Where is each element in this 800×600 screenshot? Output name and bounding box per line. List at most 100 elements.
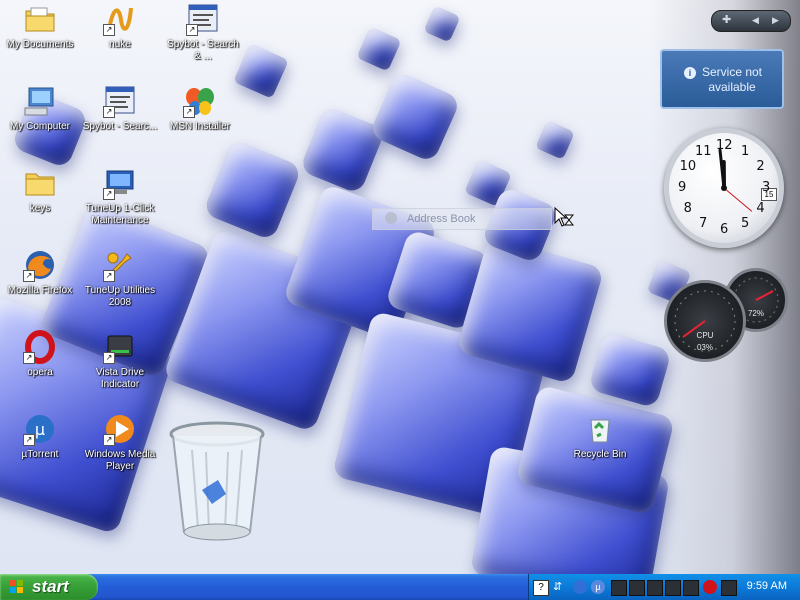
next-icon[interactable]: ▶ xyxy=(772,15,779,26)
tuneup-icon: ↗ xyxy=(103,166,137,200)
help-icon[interactable]: ? xyxy=(533,580,549,596)
clock-number: 9 xyxy=(678,180,687,195)
desktop-icon-keys[interactable]: keys xyxy=(0,166,80,215)
shortcut-arrow-icon: ↗ xyxy=(103,434,115,446)
shortcut-arrow-icon: ↗ xyxy=(23,270,35,282)
icon-label: Spybot - Search & ... xyxy=(167,39,239,62)
desktop-icon-utorrent[interactable]: µ ↗ µTorrent xyxy=(0,412,80,461)
clock-center-pin xyxy=(721,185,727,191)
start-button[interactable]: start xyxy=(0,574,98,600)
clock-minute-hand xyxy=(718,148,726,190)
wallpaper-cube xyxy=(423,5,461,43)
busy-cursor-icon xyxy=(554,206,575,229)
taskbar: start ? ⇵ µ 9:59 AM xyxy=(0,574,800,600)
clock-second-hand xyxy=(723,187,753,212)
shortcut-arrow-icon: ↗ xyxy=(23,352,35,364)
recycle-bin-icon xyxy=(583,412,617,446)
taskbar-clock[interactable]: 9:59 AM xyxy=(747,580,787,592)
utorrent-icon: µ ↗ xyxy=(23,412,57,446)
wallpaper-cube xyxy=(299,105,386,195)
address-book-icon xyxy=(385,212,397,224)
status-gadget[interactable]: i Service not available xyxy=(660,49,784,109)
shortcut-arrow-icon: ↗ xyxy=(103,270,115,282)
folder-icon xyxy=(23,166,57,200)
icon-label: My Computer xyxy=(9,121,70,132)
media-player-icon: ↗ xyxy=(103,412,137,446)
icon-label: Windows Media Player xyxy=(84,449,156,472)
folder-documents-icon xyxy=(23,2,57,36)
desktop-icon-recycle-bin[interactable]: Recycle Bin xyxy=(560,412,640,461)
desktop-icon-tuneup-1-click[interactable]: ↗ TuneUp 1-Click Maintenance xyxy=(80,166,160,227)
wallpaper-cube xyxy=(535,120,575,160)
address-book-bar[interactable]: Address Book xyxy=(372,208,552,230)
drive-tray-icon[interactable] xyxy=(629,580,645,596)
desktop-icon-opera[interactable]: ↗ opera xyxy=(0,330,80,379)
system-tray: ? ⇵ µ 9:59 AM xyxy=(528,574,800,600)
msn-butterfly-icon: ↗ xyxy=(183,84,217,118)
security-shield-icon[interactable] xyxy=(703,580,717,594)
utorrent-tray-icon[interactable]: µ xyxy=(591,580,605,594)
computer-icon xyxy=(23,84,57,118)
desktop-icon-windows-media-player[interactable]: ↗ Windows Media Player xyxy=(80,412,160,473)
drive-tray-icon[interactable] xyxy=(665,580,681,596)
shortcut-arrow-icon: ↗ xyxy=(23,434,35,446)
shortcut-arrow-icon: ↗ xyxy=(103,188,115,200)
status-text: Service not available xyxy=(701,65,763,94)
desktop-icon-mozilla-firefox[interactable]: ↗ Mozilla Firefox xyxy=(0,248,80,297)
windows-logo-icon xyxy=(10,580,24,594)
clock-gadget[interactable]: 15 12 1 2 3 4 5 6 7 8 9 10 11 xyxy=(664,128,784,248)
network-icon[interactable]: ⇵ xyxy=(553,580,567,594)
desktop-icon-my-documents[interactable]: My Documents xyxy=(0,2,80,51)
opera-icon: ↗ xyxy=(23,330,57,364)
speaker-icon[interactable] xyxy=(573,580,587,594)
desktop-icon-spybot-search-2[interactable]: ↗ Spybot - Searc... xyxy=(80,84,160,133)
drive-tray-icon[interactable] xyxy=(611,580,627,596)
icon-label: keys xyxy=(29,203,51,214)
desktop-icon-vista-drive-indicator[interactable]: ↗ Vista Drive Indicator xyxy=(80,330,160,391)
shortcut-arrow-icon: ↗ xyxy=(103,352,115,364)
desktop-icon-my-computer[interactable]: My Computer xyxy=(0,84,80,133)
clock-number: 12 xyxy=(716,138,733,153)
icon-label: MSN Installer xyxy=(169,121,230,132)
drive-icon: ↗ xyxy=(103,330,137,364)
shortcut-arrow-icon: ↗ xyxy=(103,24,115,36)
icon-label: µTorrent xyxy=(21,449,59,460)
firefox-icon: ↗ xyxy=(23,248,57,282)
icon-label: Mozilla Firefox xyxy=(7,285,73,296)
clock-number: 1 xyxy=(741,143,750,159)
drive-tray-icon[interactable] xyxy=(647,580,663,596)
start-label: start xyxy=(32,577,69,596)
desktop-icon-spybot-search[interactable]: ↗ Spybot - Search & ... xyxy=(163,2,243,63)
desktop-icon-msn-installer[interactable]: ↗ MSN Installer xyxy=(160,84,240,133)
clock-number: 3 xyxy=(762,180,771,195)
icon-label: Spybot - Searc... xyxy=(82,121,158,132)
previous-icon[interactable]: ◀ xyxy=(752,15,759,26)
icon-label: nuke xyxy=(109,39,131,50)
wallpaper-cube xyxy=(202,138,303,242)
icon-label: TuneUp 1-Click Maintenance xyxy=(85,203,155,226)
wallpaper-cube xyxy=(356,26,402,72)
desktop-icon-tuneup-utilities[interactable]: ↗ TuneUp Utilities 2008 xyxy=(80,248,160,309)
spybot-icon: ↗ xyxy=(103,84,137,118)
icon-label: Recycle Bin xyxy=(573,449,627,460)
clock-number: 8 xyxy=(683,201,692,216)
drive-tray-icon[interactable] xyxy=(683,580,699,596)
clock-number: 10 xyxy=(679,159,697,174)
icon-label: opera xyxy=(27,367,53,378)
icon-label: Vista Drive Indicator xyxy=(95,367,145,390)
desktop: My Documents ↗ nuke ↗ Spybot - Search & … xyxy=(0,0,800,574)
clock-number: 4 xyxy=(756,201,765,216)
desktop-icon-nuke[interactable]: ↗ nuke xyxy=(80,2,160,51)
wallpaper-cube xyxy=(368,70,462,164)
cpu-value: 03% xyxy=(696,343,713,352)
large-recycle-bin-graphic xyxy=(168,420,266,546)
shortcut-arrow-icon: ↗ xyxy=(186,24,198,36)
add-gadget-icon[interactable]: ✚ xyxy=(722,13,731,26)
cpu-meter: CPU 03% xyxy=(664,280,746,362)
drive-tray-icon[interactable] xyxy=(721,580,737,596)
shortcut-arrow-icon: ↗ xyxy=(183,106,195,118)
clock-number: 6 xyxy=(720,222,729,237)
icon-label: TuneUp Utilities 2008 xyxy=(84,285,156,308)
clock-number: 7 xyxy=(699,216,708,232)
svg-text:µ: µ xyxy=(35,420,45,439)
